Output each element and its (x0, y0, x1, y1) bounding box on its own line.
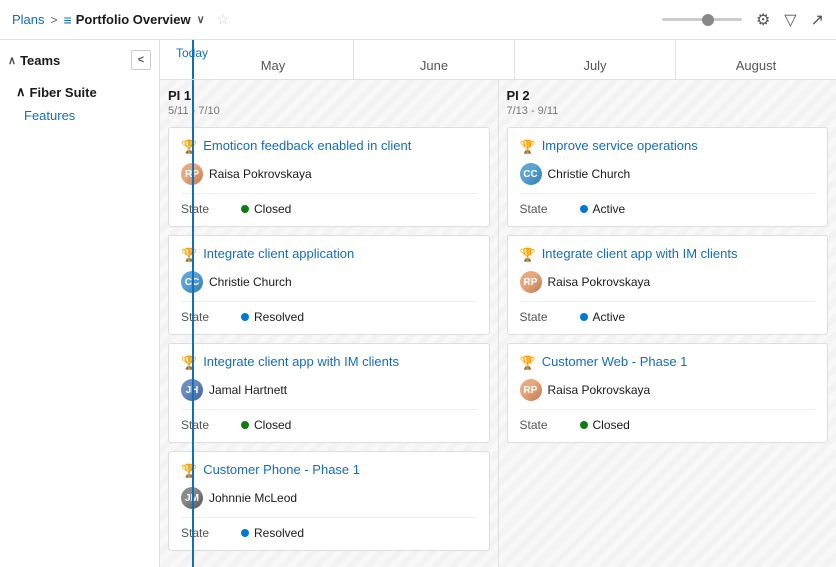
today-line (192, 40, 194, 79)
zoom-thumb (702, 14, 714, 26)
card2-state-label: State (181, 310, 241, 324)
trophy-icon: 🏆 (181, 247, 197, 263)
sidebar-teams-header: ∧ Teams < (0, 40, 159, 80)
card6-state-value: Active (593, 310, 626, 324)
breadcrumb-separator: > (51, 13, 58, 27)
breadcrumb-current: ≡ Portfolio Overview ∨ (64, 12, 205, 28)
card7-person: Raisa Pokrovskaya (548, 383, 651, 397)
card2-state-value: Resolved (254, 310, 304, 324)
card4-title[interactable]: Customer Phone - Phase 1 (203, 462, 360, 479)
sidebar-teams-label: Teams (20, 53, 60, 68)
card2-person: Christie Church (209, 275, 292, 289)
card3-state-label: State (181, 418, 241, 432)
pi1-dates: 5/11 - 7/10 (168, 105, 490, 117)
card5-title[interactable]: Improve service operations (542, 138, 698, 155)
state-dot-active2 (580, 313, 588, 321)
state-dot-closed (241, 205, 249, 213)
card1-person: Raisa Pokrovskaya (209, 167, 312, 181)
state-dot-active (580, 205, 588, 213)
card4-state-value: Resolved (254, 526, 304, 540)
card7-state-value: Closed (593, 418, 630, 432)
portfolio-title: Portfolio Overview (76, 12, 191, 27)
settings-icon[interactable]: ⚙ (756, 10, 770, 30)
card6-title[interactable]: Integrate client app with IM clients (542, 246, 738, 263)
trophy-icon: 🏆 (181, 139, 197, 155)
card5-state-value: Active (593, 202, 626, 216)
state-dot-closed2 (241, 421, 249, 429)
card1-title[interactable]: Emoticon feedback enabled in client (203, 138, 411, 155)
card1-state-label: State (181, 202, 241, 216)
avatar-rp: RP (181, 163, 203, 185)
trophy-icon: 🏆 (520, 355, 536, 371)
expand-icon[interactable]: ↗ (811, 10, 824, 30)
card1-state-value: Closed (254, 202, 291, 216)
content-area: Today May June July August PI 1 5/11 - 7… (160, 40, 836, 567)
pi1-column: PI 1 5/11 - 7/10 🏆 Emoticon feedback ena… (160, 80, 498, 567)
feature-card-4: 🏆 Customer Phone - Phase 1 JM Johnnie Mc… (168, 451, 490, 551)
pi-area: PI 1 5/11 - 7/10 🏆 Emoticon feedback ena… (160, 80, 836, 567)
breadcrumb-plans[interactable]: Plans (12, 12, 45, 27)
feature-card-3: 🏆 Integrate client app with IM clients J… (168, 343, 490, 443)
trophy-icon: 🏆 (181, 463, 197, 479)
pi2-dates: 7/13 - 9/11 (507, 105, 829, 117)
card3-person: Jamal Hartnett (209, 383, 287, 397)
card3-state-value: Closed (254, 418, 291, 432)
chevron-down-icon[interactable]: ∨ (197, 13, 205, 26)
card4-state-label: State (181, 526, 241, 540)
avatar-jh: JH (181, 379, 203, 401)
favorite-star-icon[interactable]: ☆ (217, 11, 230, 28)
zoom-track (662, 18, 742, 21)
pi2-column: PI 2 7/13 - 9/11 🏆 Improve service opera… (498, 80, 836, 567)
feature-card-6: 🏆 Integrate client app with IM clients R… (507, 235, 829, 335)
trophy-icon: 🏆 (520, 247, 536, 263)
avatar-cc2: CC (520, 163, 542, 185)
card5-person: Christie Church (548, 167, 631, 181)
card7-title[interactable]: Customer Web - Phase 1 (542, 354, 688, 371)
feature-card-7: 🏆 Customer Web - Phase 1 RP Raisa Pokrov… (507, 343, 829, 443)
filter-icon[interactable]: ▽ (784, 10, 796, 30)
card7-state-label: State (520, 418, 580, 432)
main-layout: ∧ Teams < ∧ Fiber Suite Features Today M… (0, 40, 836, 567)
breadcrumb: Plans > ≡ Portfolio Overview ∨ ☆ (12, 11, 229, 28)
card4-person: Johnnie McLeod (209, 491, 297, 505)
sidebar-item-features[interactable]: Features (0, 104, 159, 127)
timeline-header: Today May June July August (160, 40, 836, 80)
trophy-icon: 🏆 (181, 355, 197, 371)
fiber-suite-label: Fiber Suite (30, 85, 97, 100)
month-august: August (675, 40, 836, 79)
avatar-jm: JM (181, 487, 203, 509)
month-may: May (192, 40, 353, 79)
sidebar-collapse-button[interactable]: < (131, 50, 151, 70)
card6-state-label: State (520, 310, 580, 324)
pi2-label: PI 2 (507, 88, 829, 103)
card3-title[interactable]: Integrate client app with IM clients (203, 354, 399, 371)
header: Plans > ≡ Portfolio Overview ∨ ☆ ⚙ ▽ ↗ (0, 0, 836, 40)
feature-card-2: 🏆 Integrate client application CC Christ… (168, 235, 490, 335)
header-controls: ⚙ ▽ ↗ (662, 10, 824, 30)
fiber-suite-expand-icon: ∧ (16, 84, 26, 100)
avatar-rp2: RP (520, 271, 542, 293)
month-columns: May June July August (192, 40, 836, 79)
avatar-rp3: RP (520, 379, 542, 401)
month-july: July (514, 40, 675, 79)
teams-expand-icon[interactable]: ∧ (8, 54, 16, 67)
avatar-cc: CC (181, 271, 203, 293)
feature-card-5: 🏆 Improve service operations CC Christie… (507, 127, 829, 227)
sidebar: ∧ Teams < ∧ Fiber Suite Features (0, 40, 160, 567)
card5-state-label: State (520, 202, 580, 216)
state-dot-resolved (241, 313, 249, 321)
card2-title[interactable]: Integrate client application (203, 246, 354, 263)
zoom-slider[interactable] (662, 18, 742, 21)
pi1-label: PI 1 (168, 88, 490, 103)
card6-person: Raisa Pokrovskaya (548, 275, 651, 289)
sidebar-item-fiber-suite[interactable]: ∧ Fiber Suite (0, 80, 159, 104)
state-dot-closed3 (580, 421, 588, 429)
month-june: June (353, 40, 514, 79)
state-dot-resolved2 (241, 529, 249, 537)
portfolio-grid-icon: ≡ (64, 12, 72, 28)
feature-card-1: 🏆 Emoticon feedback enabled in client RP… (168, 127, 490, 227)
trophy-icon: 🏆 (520, 139, 536, 155)
